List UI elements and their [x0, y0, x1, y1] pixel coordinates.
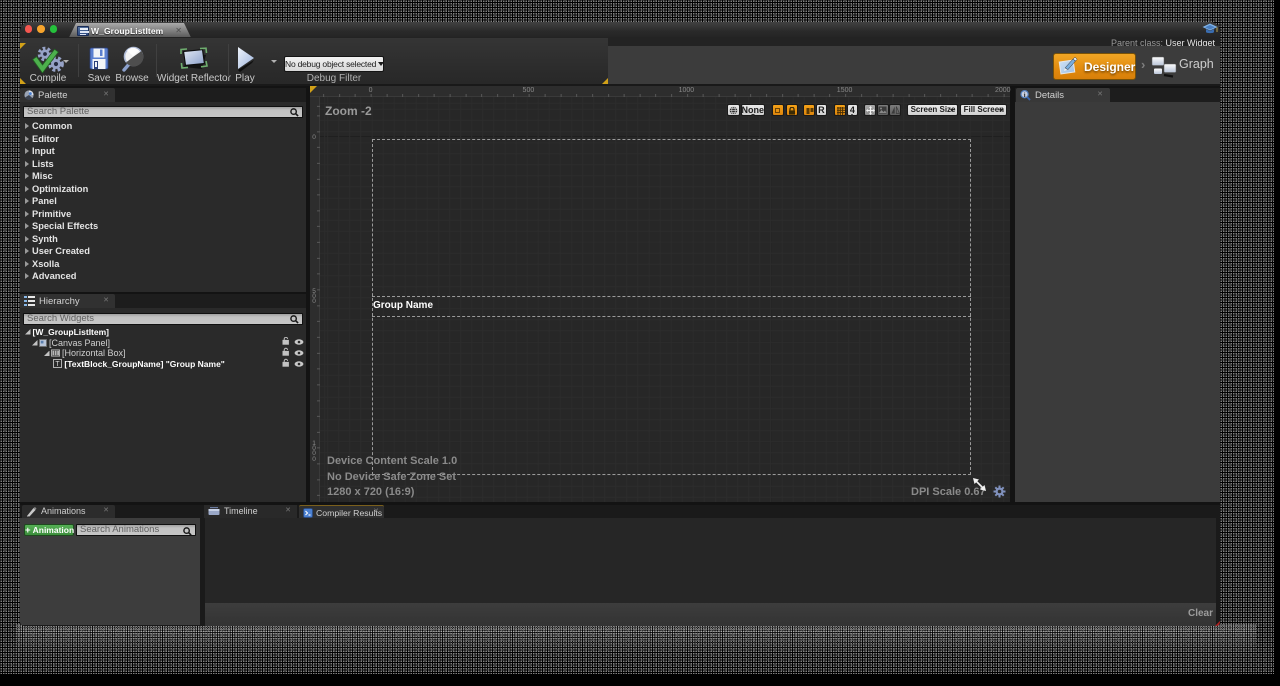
svg-text:i: i [1024, 91, 1026, 98]
svg-text:T: T [55, 361, 60, 368]
